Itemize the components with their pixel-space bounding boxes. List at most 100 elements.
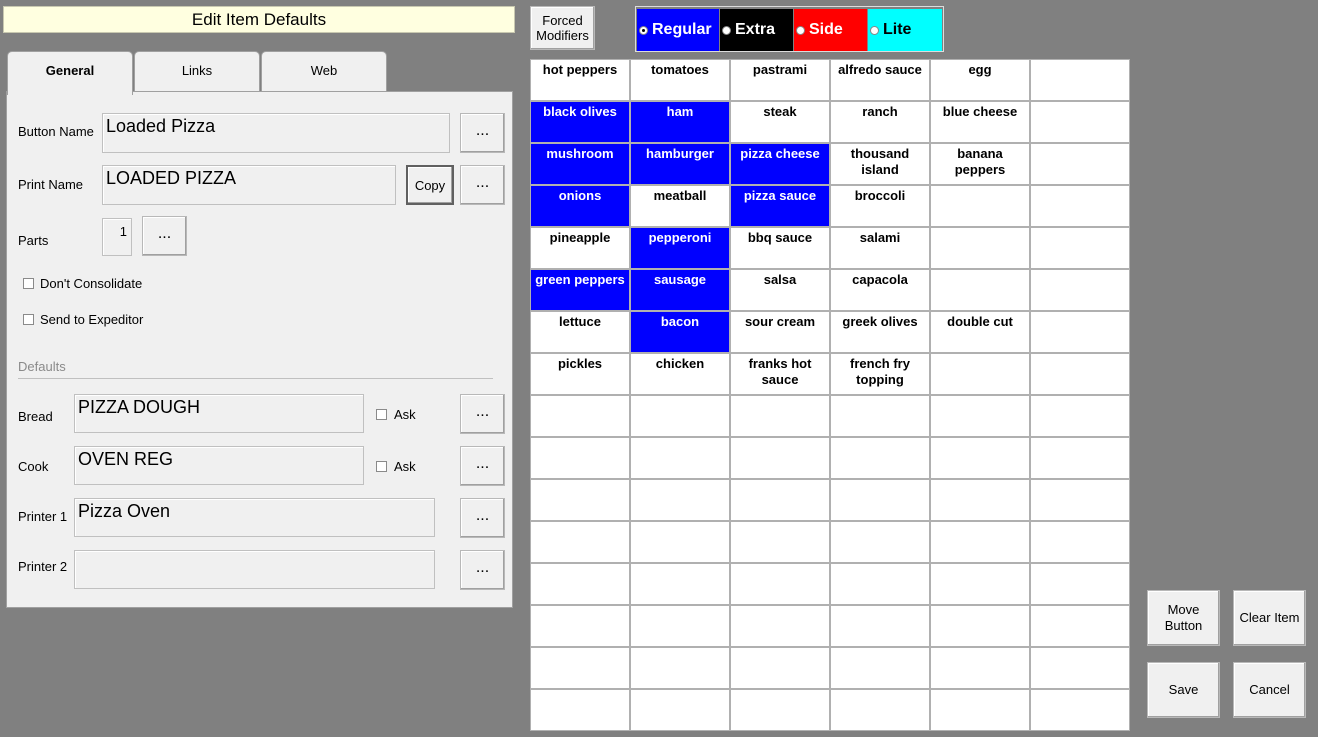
tab-links[interactable]: Links	[134, 51, 260, 92]
grid-cell[interactable]: salami	[830, 227, 930, 269]
printer2-browse-button[interactable]: ...	[460, 550, 505, 590]
grid-cell[interactable]	[830, 605, 930, 647]
forced-modifiers-button[interactable]: Forced Modifiers	[530, 6, 595, 50]
cook-ask-checkbox[interactable]	[376, 461, 387, 472]
grid-cell[interactable]: meatball	[630, 185, 730, 227]
grid-cell[interactable]	[1030, 395, 1130, 437]
grid-cell[interactable]: double cut	[930, 311, 1030, 353]
grid-cell[interactable]	[530, 395, 630, 437]
grid-cell[interactable]	[930, 521, 1030, 563]
grid-cell[interactable]	[530, 605, 630, 647]
tab-web[interactable]: Web	[261, 51, 387, 92]
grid-cell[interactable]	[530, 521, 630, 563]
grid-cell[interactable]: ham	[630, 101, 730, 143]
grid-cell[interactable]	[730, 689, 830, 731]
modifier-side-option[interactable]: Side	[794, 9, 867, 51]
print-name-field[interactable]: LOADED PIZZA	[102, 165, 396, 205]
grid-cell[interactable]: tomatoes	[630, 59, 730, 101]
grid-cell[interactable]	[830, 395, 930, 437]
grid-cell[interactable]: onions	[530, 185, 630, 227]
grid-cell[interactable]: pepperoni	[630, 227, 730, 269]
grid-cell[interactable]	[1030, 353, 1130, 395]
radio-icon[interactable]	[639, 25, 648, 35]
grid-cell[interactable]	[730, 437, 830, 479]
bread-browse-button[interactable]: ...	[460, 394, 505, 434]
grid-cell[interactable]	[530, 647, 630, 689]
grid-cell[interactable]	[930, 689, 1030, 731]
grid-cell[interactable]	[1030, 269, 1130, 311]
grid-cell[interactable]	[830, 437, 930, 479]
grid-cell[interactable]	[830, 521, 930, 563]
grid-cell[interactable]	[530, 689, 630, 731]
grid-cell[interactable]: hamburger	[630, 143, 730, 185]
grid-cell[interactable]: french fry topping	[830, 353, 930, 395]
radio-icon[interactable]	[722, 25, 731, 35]
grid-cell[interactable]	[1030, 185, 1130, 227]
bread-field[interactable]: PIZZA DOUGH	[74, 394, 364, 433]
grid-cell[interactable]	[730, 395, 830, 437]
parts-browse-button[interactable]: ...	[142, 216, 187, 256]
grid-cell[interactable]	[630, 563, 730, 605]
grid-cell[interactable]	[1030, 437, 1130, 479]
grid-cell[interactable]	[930, 269, 1030, 311]
grid-cell[interactable]	[1030, 311, 1130, 353]
grid-cell[interactable]	[530, 479, 630, 521]
grid-cell[interactable]	[930, 563, 1030, 605]
radio-icon[interactable]	[870, 25, 879, 35]
modifier-regular-option[interactable]: Regular	[637, 9, 719, 51]
copy-button[interactable]: Copy	[406, 165, 454, 205]
grid-cell[interactable]: greek olives	[830, 311, 930, 353]
grid-cell[interactable]	[830, 563, 930, 605]
grid-cell[interactable]	[1030, 479, 1130, 521]
grid-cell[interactable]	[530, 437, 630, 479]
cook-browse-button[interactable]: ...	[460, 446, 505, 486]
grid-cell[interactable]: lettuce	[530, 311, 630, 353]
grid-cell[interactable]: broccoli	[830, 185, 930, 227]
grid-cell[interactable]: pastrami	[730, 59, 830, 101]
grid-cell[interactable]: pickles	[530, 353, 630, 395]
grid-cell[interactable]	[1030, 143, 1130, 185]
grid-cell[interactable]	[1030, 227, 1130, 269]
move-button-button[interactable]: Move Button	[1147, 590, 1220, 646]
printer2-field[interactable]	[74, 550, 435, 589]
grid-cell[interactable]: sour cream	[730, 311, 830, 353]
grid-cell[interactable]	[730, 563, 830, 605]
grid-cell[interactable]	[1030, 605, 1130, 647]
tab-general[interactable]: General	[7, 51, 133, 95]
grid-cell[interactable]: sausage	[630, 269, 730, 311]
grid-cell[interactable]	[930, 437, 1030, 479]
grid-cell[interactable]: chicken	[630, 353, 730, 395]
button-name-browse-button[interactable]: ...	[460, 113, 505, 153]
grid-cell[interactable]: black olives	[530, 101, 630, 143]
grid-cell[interactable]: hot peppers	[530, 59, 630, 101]
grid-cell[interactable]	[1030, 647, 1130, 689]
grid-cell[interactable]	[930, 185, 1030, 227]
printer1-field[interactable]: Pizza Oven	[74, 498, 435, 537]
grid-cell[interactable]	[830, 647, 930, 689]
grid-cell[interactable]: banana peppers	[930, 143, 1030, 185]
grid-cell[interactable]	[630, 479, 730, 521]
grid-cell[interactable]	[930, 479, 1030, 521]
grid-cell[interactable]	[930, 227, 1030, 269]
grid-cell[interactable]	[1030, 101, 1130, 143]
grid-cell[interactable]: salsa	[730, 269, 830, 311]
grid-cell[interactable]	[630, 395, 730, 437]
grid-cell[interactable]	[830, 479, 930, 521]
button-name-field[interactable]: Loaded Pizza	[102, 113, 450, 153]
grid-cell[interactable]	[930, 395, 1030, 437]
grid-cell[interactable]	[530, 563, 630, 605]
grid-cell[interactable]: pineapple	[530, 227, 630, 269]
parts-field[interactable]: 1	[102, 218, 132, 256]
send-to-expeditor-checkbox[interactable]	[23, 314, 34, 325]
dont-consolidate-checkbox[interactable]	[23, 278, 34, 289]
printer1-browse-button[interactable]: ...	[460, 498, 505, 538]
print-name-browse-button[interactable]: ...	[460, 165, 505, 205]
grid-cell[interactable]: ranch	[830, 101, 930, 143]
cancel-button[interactable]: Cancel	[1233, 662, 1306, 718]
bread-ask-checkbox[interactable]	[376, 409, 387, 420]
save-button[interactable]: Save	[1147, 662, 1220, 718]
grid-cell[interactable]	[630, 605, 730, 647]
grid-cell[interactable]	[830, 689, 930, 731]
grid-cell[interactable]	[930, 353, 1030, 395]
grid-cell[interactable]	[730, 647, 830, 689]
